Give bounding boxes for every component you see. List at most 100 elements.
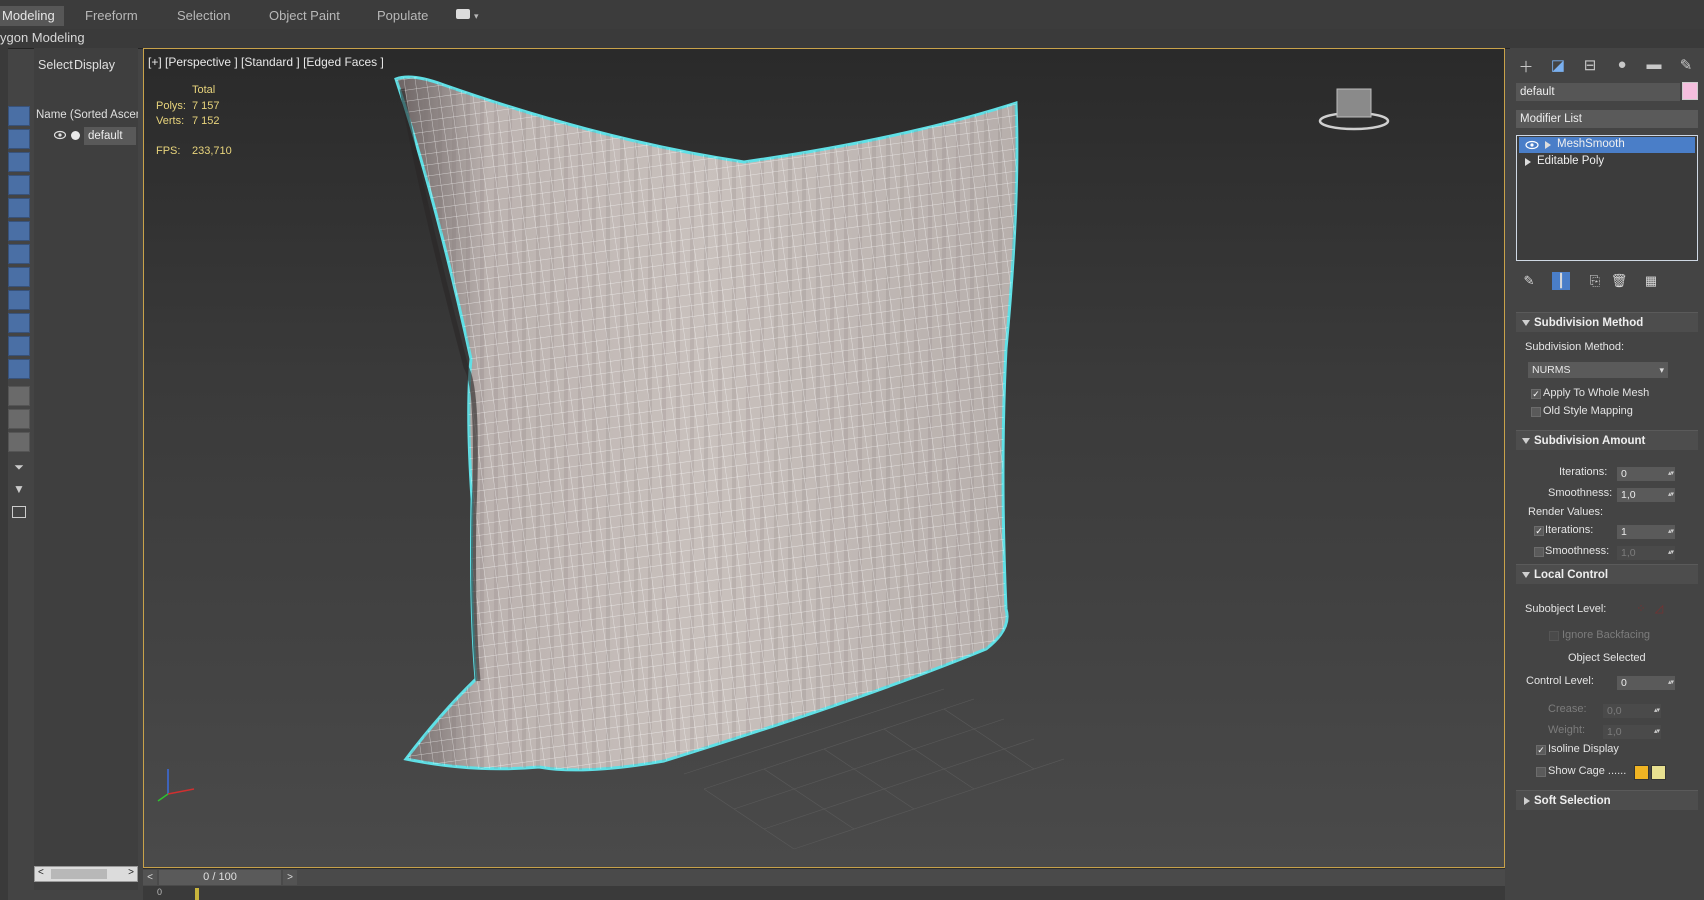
utilities-tab-icon[interactable]: ✎ — [1676, 56, 1696, 74]
vertex-level-icon[interactable]: ⁘ — [1632, 600, 1650, 618]
modify-tab-icon[interactable]: ◪ — [1548, 56, 1568, 74]
hierarchy-tab-icon[interactable]: ⊟ — [1580, 56, 1600, 74]
object-render-dot-icon[interactable] — [71, 131, 80, 140]
pin-stack-icon[interactable]: ✎ — [1520, 272, 1538, 290]
viewcube-icon — [1318, 88, 1390, 131]
polygon-modeling-label[interactable]: ygon Modeling — [0, 30, 85, 45]
subdivision-method-dropdown[interactable]: NURMS — [1528, 362, 1668, 378]
display-particles-icon[interactable] — [8, 336, 30, 356]
object-selected-label: Object Selected — [1568, 652, 1646, 664]
tab-object-paint[interactable]: Object Paint — [269, 6, 340, 26]
display-groups-icon[interactable] — [8, 244, 30, 264]
pillow-mesh-render[interactable] — [144, 49, 1504, 867]
rollout-subdivision-method[interactable]: Subdivision Method — [1516, 312, 1698, 332]
display-shapes-icon[interactable] — [8, 129, 30, 149]
isoline-display-checkbox[interactable]: ✓ — [1536, 745, 1546, 755]
crease-spinner[interactable]: 0,0 — [1603, 704, 1661, 718]
rollout-soft-selection[interactable]: Soft Selection — [1516, 790, 1698, 810]
stack-toolbar: ✎ ┃ ⎘ 🗑 ▦ — [1516, 270, 1698, 292]
display-containers-icon[interactable] — [8, 313, 30, 333]
ruler-start-label: 0 — [157, 887, 163, 897]
explorer-tab-display[interactable]: Display — [74, 58, 115, 72]
time-next-button[interactable]: > — [283, 870, 297, 885]
trash-icon[interactable]: 🗑 — [1610, 272, 1628, 290]
explorer-object-row[interactable]: default — [84, 127, 136, 145]
display-bones-icon[interactable] — [8, 290, 30, 310]
weight-label: Weight: — [1548, 724, 1586, 736]
tab-modeling[interactable]: Modeling — [0, 6, 64, 26]
display-invert-icon[interactable] — [8, 432, 30, 452]
funnel-icon[interactable]: ▼ — [8, 482, 30, 502]
tab-populate[interactable]: Populate — [377, 6, 428, 26]
configure-sets-icon[interactable]: ▦ — [1642, 272, 1660, 290]
chevron-down-icon[interactable]: ▾ — [474, 6, 479, 26]
layer-icon[interactable] — [12, 506, 26, 518]
scrollbar-thumb[interactable] — [51, 869, 107, 879]
display-spacewarps-icon[interactable] — [8, 221, 30, 241]
track-bar[interactable]: 0 — [143, 886, 1505, 900]
render-values-label: Render Values: — [1528, 506, 1604, 518]
expand-arrow-icon[interactable] — [1545, 141, 1551, 149]
explorer-tab-select[interactable]: Select — [38, 58, 73, 72]
ribbon-panel-bar: ygon Modeling — [0, 29, 1704, 49]
scene-explorer: Select Display Name (Sorted Ascending) d… — [34, 48, 138, 890]
render-iterations-checkbox[interactable]: ✓ — [1534, 526, 1544, 536]
display-tab-icon[interactable]: ▬ — [1644, 56, 1664, 74]
show-cage-label: Show Cage ...... — [1548, 765, 1627, 777]
modifier-list-dropdown[interactable]: Modifier List — [1516, 110, 1698, 128]
display-xrefs-icon[interactable] — [8, 267, 30, 287]
time-slider[interactable]: 0 / 100 — [159, 870, 281, 885]
time-slider-bar: < 0 / 100 > — [143, 868, 1505, 887]
display-all-icon[interactable] — [8, 386, 30, 406]
ignore-backfacing-checkbox[interactable] — [1549, 631, 1559, 641]
edge-level-icon[interactable]: ◿ — [1650, 600, 1668, 618]
display-geometry-icon[interactable] — [8, 106, 30, 126]
expand-arrow-icon[interactable] — [1525, 158, 1531, 166]
cage-color-swatch[interactable] — [1634, 765, 1649, 780]
show-end-result-icon[interactable]: ┃ — [1552, 272, 1570, 290]
apply-whole-mesh-checkbox[interactable]: ✓ — [1531, 389, 1541, 399]
command-panel: ＋ ◪ ⊟ ● ▬ ✎ default Modifier List MeshSm… — [1510, 48, 1704, 900]
scroll-right-icon[interactable]: > — [128, 867, 134, 878]
object-color-swatch[interactable] — [1682, 82, 1698, 100]
display-hidden-icon[interactable] — [8, 359, 30, 379]
display-none-icon[interactable] — [8, 409, 30, 429]
weight-spinner[interactable]: 1,0 — [1603, 725, 1661, 739]
time-prev-button[interactable]: < — [143, 870, 157, 885]
stack-item-editable-poly[interactable]: Editable Poly — [1537, 155, 1604, 167]
subdivision-method-label: Subdivision Method: — [1525, 341, 1625, 353]
smoothness-spinner[interactable]: 1,0 — [1617, 488, 1675, 502]
explorer-scrollbar[interactable]: < > — [34, 866, 138, 882]
display-helpers-icon[interactable] — [8, 198, 30, 218]
filter-icon[interactable]: ⏷ — [8, 460, 30, 480]
motion-tab-icon[interactable]: ● — [1612, 56, 1632, 74]
render-iterations-spinner[interactable]: 1 — [1617, 525, 1675, 539]
make-unique-icon[interactable]: ⎘ — [1586, 272, 1604, 290]
explorer-column-header[interactable]: Name (Sorted Ascending) — [36, 106, 138, 124]
render-smoothness-spinner[interactable]: 1,0 — [1617, 546, 1675, 560]
render-smoothness-checkbox[interactable] — [1534, 547, 1544, 557]
perspective-viewport[interactable]: [+] [Perspective ] [Standard ] [Edged Fa… — [143, 48, 1505, 868]
cage-selected-color-swatch[interactable] — [1651, 765, 1666, 780]
display-lights-icon[interactable] — [8, 152, 30, 172]
eye-icon[interactable] — [1525, 140, 1539, 150]
scroll-left-icon[interactable]: < — [38, 867, 44, 878]
time-cursor[interactable] — [195, 888, 199, 900]
object-name-field[interactable]: default — [1516, 83, 1680, 101]
stack-item-meshsmooth[interactable]: MeshSmooth — [1557, 138, 1625, 150]
show-cage-checkbox[interactable] — [1536, 767, 1546, 777]
tab-selection[interactable]: Selection — [177, 6, 230, 26]
rollout-subdivision-amount[interactable]: Subdivision Amount — [1516, 430, 1698, 450]
old-style-mapping-checkbox[interactable] — [1531, 407, 1541, 417]
modifier-stack: MeshSmooth Editable Poly — [1516, 135, 1698, 261]
ribbon-options-icon[interactable] — [456, 9, 470, 19]
rollout-local-control[interactable]: Local Control — [1516, 564, 1698, 584]
control-level-spinner[interactable]: 0 — [1617, 676, 1675, 690]
display-cameras-icon[interactable] — [8, 175, 30, 195]
subobject-level-label: Subobject Level: — [1525, 603, 1607, 615]
create-tab-icon[interactable]: ＋ — [1516, 56, 1536, 76]
render-iterations-label: Iterations: — [1545, 524, 1594, 536]
eye-icon[interactable] — [54, 130, 66, 140]
tab-freeform[interactable]: Freeform — [85, 6, 138, 26]
iterations-spinner[interactable]: 0 — [1617, 467, 1675, 481]
